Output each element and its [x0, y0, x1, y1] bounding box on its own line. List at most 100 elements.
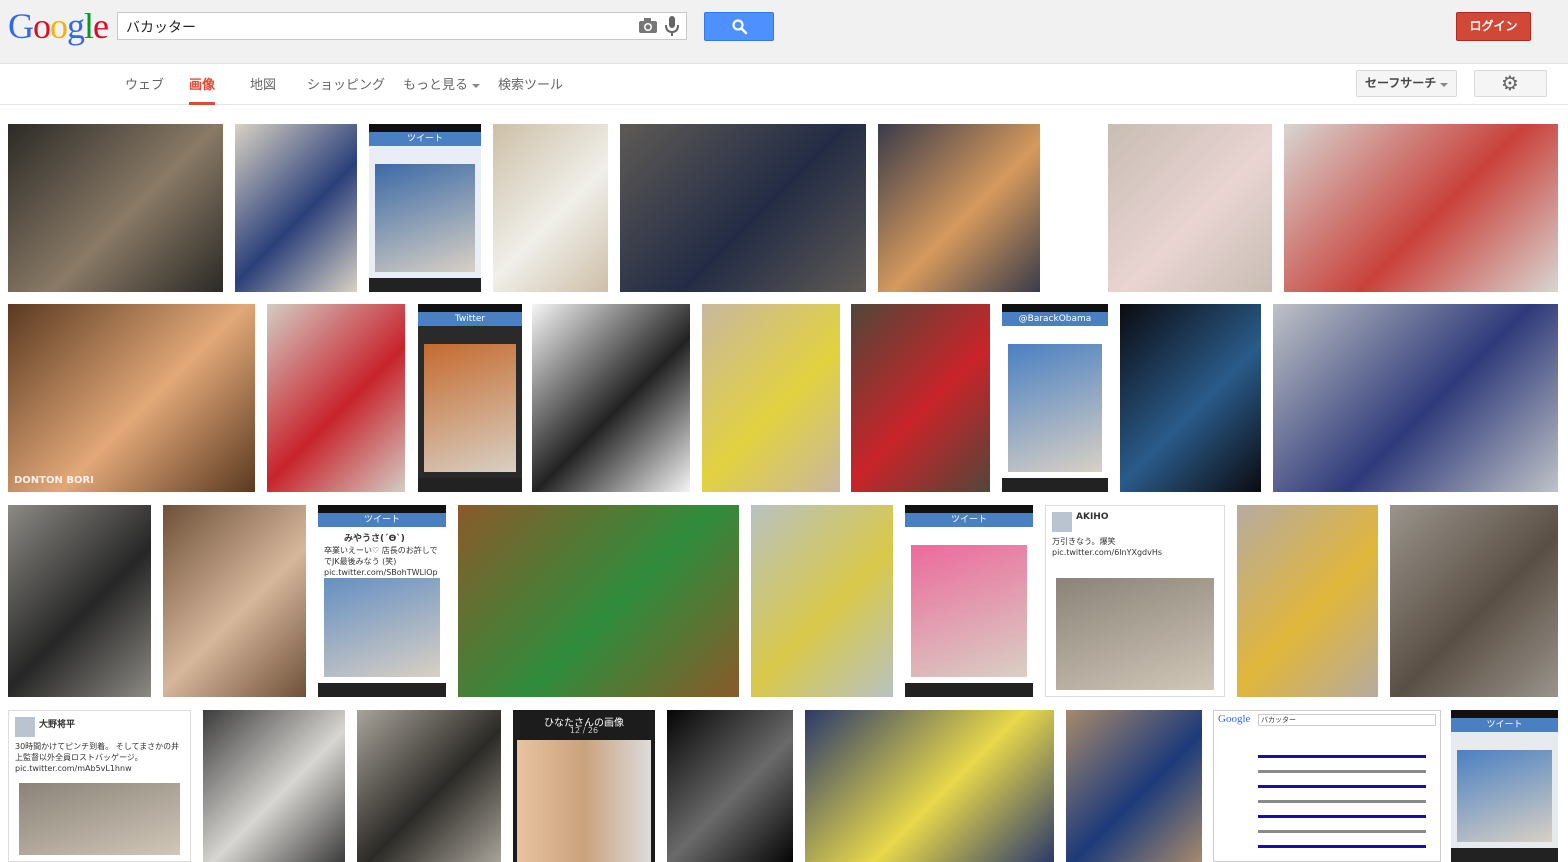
- avatar: [15, 717, 35, 737]
- tweet-author: AKIHO: [1076, 512, 1109, 522]
- phone-tab-bar: [369, 278, 481, 292]
- phone-header: ツイート: [318, 513, 446, 527]
- image-result[interactable]: ツイート: [369, 124, 481, 292]
- mini-result-line: [1258, 815, 1426, 818]
- tweet-author: みやうさ(´Θ`): [344, 534, 405, 544]
- tweet-text: 万引きなう。爆笑 pic.twitter.com/6lnYXgdvHs: [1052, 537, 1163, 557]
- logo-letter: G: [8, 6, 34, 46]
- tweet-text: 30時間かけてピンチ到着。 そしてまさかの井上監督以外全員ロストバッゲージ。 p…: [15, 742, 180, 773]
- login-button[interactable]: ログイン: [1456, 12, 1531, 41]
- status-bar: [318, 505, 446, 513]
- image-result[interactable]: [851, 304, 990, 492]
- mini-result-line: [1258, 845, 1426, 848]
- image-result[interactable]: ツイート: [1451, 710, 1558, 862]
- phone-tab-bar: [1002, 478, 1108, 492]
- image-result[interactable]: @BarackObama: [1002, 304, 1108, 492]
- photo-area: [19, 783, 180, 855]
- mini-search-query: バカッター: [1258, 714, 1436, 726]
- camera-icon[interactable]: [638, 18, 658, 34]
- tab-more[interactable]: もっと見る: [403, 74, 481, 102]
- image-result[interactable]: [8, 124, 223, 292]
- image-result[interactable]: ツイート みやうさ(´Θ`) 卒業いえーい♡ 店長のお許しで でJK最後みなう (笑…: [318, 505, 446, 697]
- avatar: [1052, 512, 1072, 532]
- image-result[interactable]: [1108, 124, 1272, 292]
- image-result[interactable]: [532, 304, 690, 492]
- image-result[interactable]: [667, 710, 793, 862]
- phone-header: ツイート: [369, 132, 481, 146]
- tab-more-label: もっと見る: [403, 78, 469, 93]
- image-result[interactable]: [1237, 505, 1378, 697]
- logo-letter: g: [67, 6, 85, 46]
- tab-search-tools[interactable]: 検索ツール: [498, 74, 563, 102]
- search-box[interactable]: [117, 12, 687, 40]
- image-result[interactable]: DONTON BORI: [8, 304, 255, 492]
- phone-header: ツイート: [905, 513, 1033, 527]
- image-result[interactable]: [1284, 124, 1558, 292]
- tab-maps[interactable]: 地図: [250, 74, 276, 102]
- image-result[interactable]: [702, 304, 840, 492]
- status-bar: [369, 124, 481, 132]
- image-result[interactable]: 大野将平 30時間かけてピンチ到着。 そしてまさかの井上監督以外全員ロストバッゲー…: [8, 710, 191, 862]
- mini-result-line: [1258, 755, 1426, 758]
- microphone-icon[interactable]: [664, 15, 680, 37]
- safesearch-button[interactable]: セーフサーチ: [1356, 70, 1457, 97]
- chevron-down-icon: [472, 83, 481, 88]
- mini-result-line: [1258, 830, 1426, 833]
- gear-icon: ⚙: [1501, 71, 1519, 95]
- image-result[interactable]: [8, 505, 151, 697]
- mini-result-line: [1258, 785, 1426, 788]
- image-result[interactable]: AKIHO 万引きなう。爆笑 pic.twitter.com/6lnYXgdvHs: [1045, 505, 1225, 697]
- status-bar: [905, 505, 1033, 513]
- top-bar: Google ログイン: [0, 0, 1568, 64]
- image-result[interactable]: [1390, 505, 1558, 697]
- image-result[interactable]: [1066, 710, 1202, 862]
- photo-area: [911, 545, 1027, 677]
- logo-letter: e: [93, 6, 109, 46]
- image-result[interactable]: [235, 124, 357, 292]
- image-result[interactable]: ひなたさんの画像 12 / 26: [513, 710, 655, 862]
- safesearch-label: セーフサーチ: [1365, 76, 1437, 90]
- chevron-down-icon: [1440, 83, 1448, 87]
- image-result[interactable]: ツイート: [905, 505, 1033, 697]
- status-bar: [1451, 710, 1558, 718]
- photo-area: [375, 164, 475, 272]
- logo-letter: l: [84, 6, 94, 46]
- image-result[interactable]: [203, 710, 345, 862]
- image-result[interactable]: Google バカッター: [1213, 710, 1441, 862]
- image-result[interactable]: [751, 505, 893, 697]
- photo-area: [424, 344, 516, 472]
- image-result[interactable]: [805, 710, 1054, 862]
- image-caption: DONTON BORI: [14, 475, 94, 486]
- photo-area: [1056, 578, 1214, 690]
- tab-shopping[interactable]: ショッピング: [307, 74, 385, 102]
- image-result[interactable]: [458, 505, 739, 697]
- phone-tab-bar: [418, 478, 522, 492]
- mini-google-logo: Google: [1218, 713, 1251, 725]
- google-logo[interactable]: Google: [8, 6, 109, 46]
- tab-images[interactable]: 画像: [189, 74, 216, 105]
- photo-area: [1457, 750, 1552, 842]
- phone-tab-bar: [905, 683, 1033, 697]
- image-result[interactable]: [163, 505, 306, 697]
- nav-bar: ウェブ 画像 地図 ショッピング もっと見る 検索ツール: [0, 64, 1568, 105]
- tab-web[interactable]: ウェブ: [125, 74, 164, 102]
- search-input[interactable]: [124, 16, 628, 38]
- mini-result-line: [1258, 770, 1426, 773]
- settings-button[interactable]: ⚙: [1474, 70, 1547, 97]
- search-button[interactable]: [704, 12, 774, 41]
- logo-letter: o: [50, 6, 68, 46]
- phone-header: @BarackObama: [1002, 312, 1108, 326]
- image-result[interactable]: [878, 124, 1040, 292]
- image-result[interactable]: [267, 304, 405, 492]
- image-result[interactable]: [620, 124, 866, 292]
- phone-header: ツイート: [1451, 718, 1558, 732]
- image-result[interactable]: [1120, 304, 1261, 492]
- phone-tab-bar: [1451, 848, 1558, 862]
- search-icon: [732, 19, 748, 35]
- photo-area: [1008, 344, 1102, 472]
- image-result[interactable]: [493, 124, 608, 292]
- photo-area: [517, 740, 651, 862]
- image-result[interactable]: [1273, 304, 1558, 492]
- image-result[interactable]: Twitter: [418, 304, 522, 492]
- image-result[interactable]: [357, 710, 501, 862]
